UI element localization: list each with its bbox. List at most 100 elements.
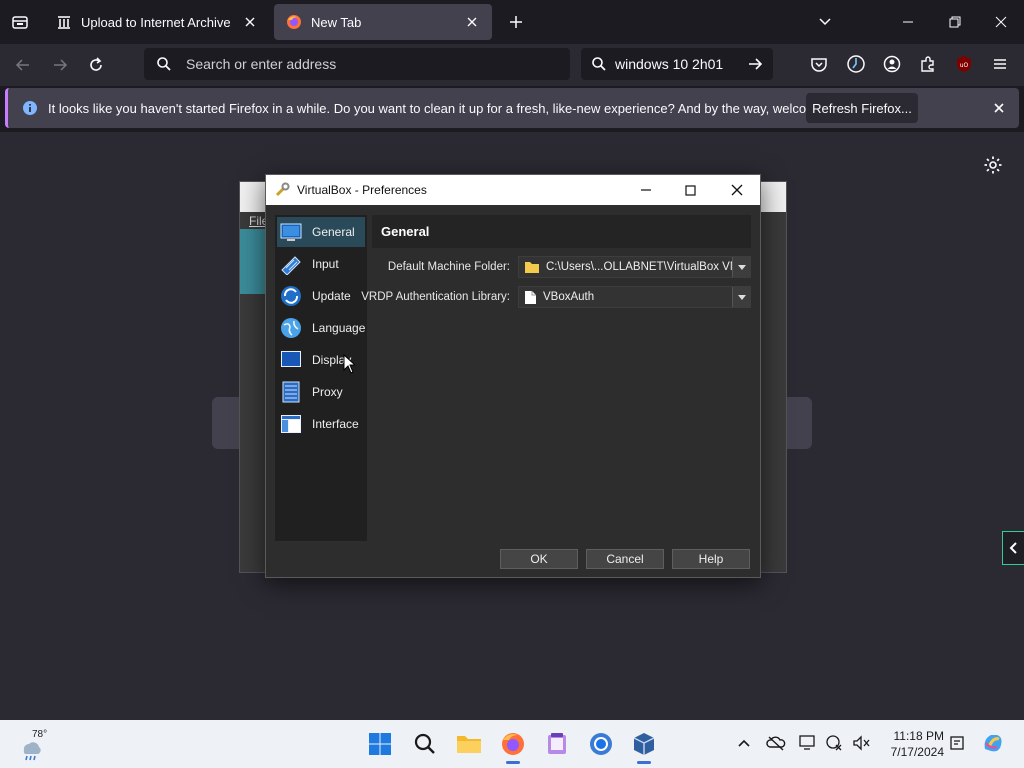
restore-icon	[949, 16, 961, 28]
close-notification-button[interactable]	[991, 100, 1007, 116]
speaker-muted-icon	[853, 735, 870, 751]
cloud-offline-icon	[766, 736, 786, 751]
arrow-right-icon[interactable]	[747, 56, 763, 72]
vrdp-library-select[interactable]: VBoxAuth	[518, 286, 751, 308]
notepad-button[interactable]	[542, 729, 572, 759]
back-button[interactable]	[8, 50, 38, 80]
forward-button[interactable]	[45, 50, 75, 80]
tab-title: Upload to Internet Archive	[81, 14, 231, 30]
dropdown-arrow[interactable]	[732, 287, 750, 307]
category-label: General	[312, 225, 355, 239]
windows-taskbar: 78° 11:18 PM 7/17/2024	[0, 720, 1024, 768]
monitor-icon	[280, 223, 302, 241]
minimize-button[interactable]	[894, 8, 922, 36]
archive-icon	[58, 16, 70, 29]
firefox-taskbar-button[interactable]	[498, 729, 528, 764]
dialog-title: VirtualBox - Preferences	[297, 183, 427, 197]
display-settings-button[interactable]	[798, 733, 818, 753]
search-input[interactable]: windows 10 2h01	[615, 56, 747, 72]
network-button[interactable]	[824, 733, 844, 753]
virtualbox-taskbar-button[interactable]	[629, 729, 659, 764]
category-language[interactable]: Language	[277, 313, 365, 343]
folder-path-value: C:\Users\...OLLABNET\VirtualBox VMs	[546, 261, 732, 273]
system-clock[interactable]: 11:18 PM 7/17/2024	[878, 728, 944, 760]
close-icon	[467, 17, 477, 27]
chrome-icon	[590, 733, 612, 755]
volume-button[interactable]	[851, 733, 871, 753]
gear-icon[interactable]	[983, 155, 1003, 175]
category-proxy[interactable]: Proxy	[277, 377, 365, 407]
globe-icon	[281, 318, 301, 338]
reload-button[interactable]	[81, 50, 111, 80]
category-label: Interface	[312, 417, 359, 431]
tab-bar: Upload to Internet Archive New Tab	[0, 0, 1024, 44]
copilot-button[interactable]	[980, 730, 1006, 756]
network-disconnected-icon	[826, 735, 842, 751]
refresh-firefox-button[interactable]: Refresh Firefox...	[806, 93, 918, 123]
tab-new-tab[interactable]: New Tab	[274, 4, 492, 40]
panel-title: General	[372, 215, 751, 248]
sidebar-expand-button[interactable]	[1002, 531, 1024, 565]
dialog-minimize-button[interactable]	[638, 182, 654, 198]
close-tab-button[interactable]	[464, 14, 480, 30]
maximize-icon	[684, 184, 696, 196]
preferences-dialog: VirtualBox - Preferences General Input U…	[265, 174, 761, 578]
account-button[interactable]	[878, 50, 906, 78]
dialog-close-button[interactable]	[729, 182, 745, 198]
pocket-button[interactable]	[805, 50, 833, 78]
search-button[interactable]	[410, 729, 440, 759]
tab-upload-archive[interactable]: Upload to Internet Archive	[44, 4, 270, 40]
category-input[interactable]: Input	[277, 249, 365, 279]
category-list: General Input Update Language Display Pr…	[275, 215, 367, 541]
ublock-button[interactable]: uO	[950, 50, 978, 78]
restore-button[interactable]	[941, 8, 969, 36]
weather-widget[interactable]: 78°	[18, 728, 58, 762]
extension-timer-button[interactable]	[842, 50, 870, 78]
address-bar[interactable]: Search or enter address	[144, 48, 570, 80]
help-button[interactable]: Help	[672, 549, 750, 569]
start-button[interactable]	[365, 729, 395, 759]
firefox-icon	[502, 733, 524, 755]
search-icon	[592, 57, 606, 71]
show-hidden-icons-button[interactable]	[734, 733, 754, 753]
plus-icon	[510, 16, 522, 28]
notifications-button[interactable]	[948, 733, 968, 753]
refresh-globe-icon	[281, 286, 301, 306]
extensions-button[interactable]	[914, 50, 942, 78]
firefox-view-button[interactable]	[6, 8, 34, 36]
vrdp-library-label: VRDP Authentication Library:	[361, 291, 510, 303]
chevron-down-icon	[737, 294, 746, 300]
default-machine-folder-select[interactable]: C:\Users\...OLLABNET\VirtualBox VMs	[518, 256, 751, 278]
notepad-icon	[548, 733, 566, 754]
cancel-button[interactable]: Cancel	[586, 549, 664, 569]
close-tab-button[interactable]	[242, 14, 258, 30]
category-label: Input	[312, 257, 339, 271]
category-interface[interactable]: Interface	[277, 409, 365, 439]
info-icon	[23, 101, 37, 115]
category-label: Language	[312, 321, 366, 335]
search-bar[interactable]: windows 10 2h01	[581, 48, 773, 80]
list-all-tabs-button[interactable]	[811, 8, 839, 36]
display-icon	[281, 351, 301, 367]
new-tab-button[interactable]	[502, 8, 530, 36]
address-placeholder: Search or enter address	[186, 56, 337, 72]
close-window-button[interactable]	[987, 8, 1015, 36]
folder-icon	[457, 736, 481, 753]
dropdown-arrow[interactable]	[732, 257, 750, 277]
ok-button[interactable]: OK	[500, 549, 578, 569]
clock-time: 11:18 PM	[893, 729, 944, 743]
minimize-icon	[903, 21, 913, 23]
notification-bell-icon	[950, 736, 964, 750]
close-icon	[731, 184, 743, 196]
onedrive-button[interactable]	[766, 733, 786, 753]
menu-button[interactable]	[986, 50, 1014, 78]
file-explorer-button[interactable]	[454, 729, 484, 759]
dialog-maximize-button[interactable]	[682, 182, 698, 198]
category-update[interactable]: Update	[277, 281, 365, 311]
clock-date: 7/17/2024	[890, 745, 944, 759]
hamburger-menu-icon	[994, 59, 1006, 69]
chevron-up-icon	[738, 739, 750, 747]
category-general[interactable]: General	[277, 217, 365, 247]
default-machine-folder-label: Default Machine Folder:	[387, 261, 510, 273]
chrome-button[interactable]	[586, 729, 616, 759]
